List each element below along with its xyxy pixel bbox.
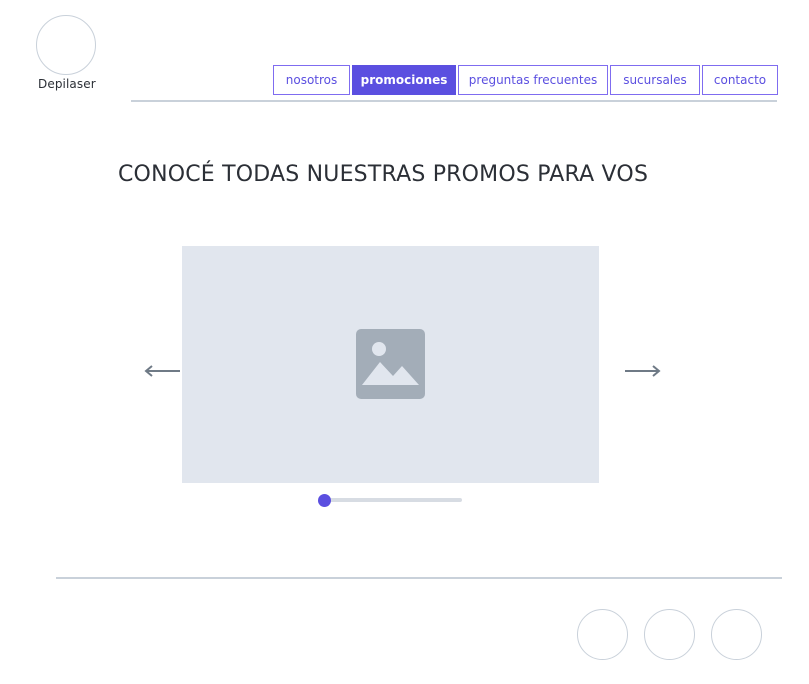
social-icon-2[interactable] <box>644 609 695 660</box>
footer-divider <box>56 577 782 579</box>
social-icon-1[interactable] <box>577 609 628 660</box>
carousel-progress-track[interactable] <box>320 498 462 502</box>
nav-item-contacto[interactable]: contacto <box>702 65 778 95</box>
nav-item-sucursales[interactable]: sucursales <box>610 65 700 95</box>
carousel-slide[interactable] <box>182 246 599 483</box>
nav-item-preguntas-frecuentes[interactable]: preguntas frecuentes <box>458 65 608 95</box>
social-icon-3[interactable] <box>711 609 762 660</box>
header-divider <box>131 100 777 102</box>
arrow-right-icon[interactable] <box>625 363 661 377</box>
page-title: CONOCÉ TODAS NUESTRAS PROMOS PARA VOS <box>118 162 649 187</box>
image-placeholder-icon <box>356 329 425 399</box>
brand-name: Depilaser <box>38 77 96 91</box>
arrow-left-icon[interactable] <box>144 363 180 377</box>
main-nav: nosotros promociones preguntas frecuente… <box>273 65 778 95</box>
carousel-progress-handle[interactable] <box>318 494 331 507</box>
nav-item-promociones[interactable]: promociones <box>352 65 456 95</box>
nav-item-nosotros[interactable]: nosotros <box>273 65 350 95</box>
logo-circle[interactable] <box>36 15 96 75</box>
